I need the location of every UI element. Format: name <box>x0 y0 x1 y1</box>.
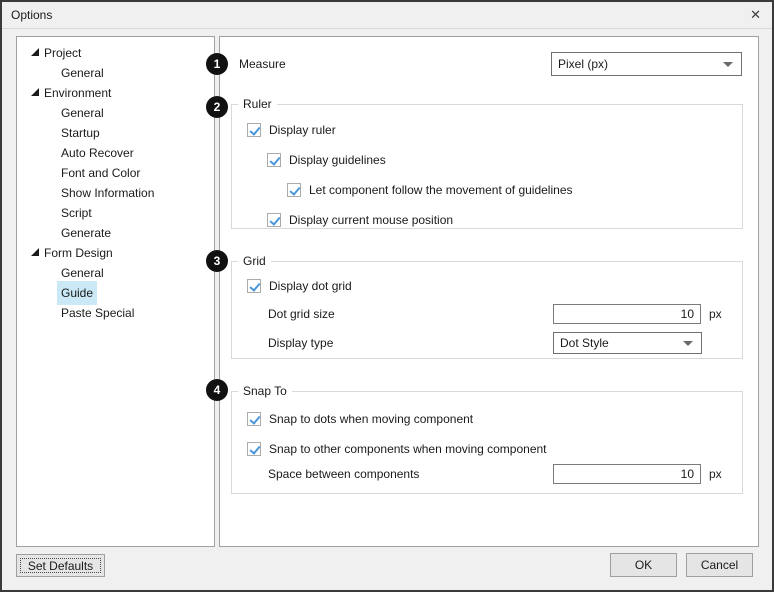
checkbox-label: Display guidelines <box>289 153 386 167</box>
tree-item-startup[interactable]: Startup <box>18 123 213 143</box>
tree-item-show-information[interactable]: Show Information <box>18 183 213 203</box>
tree-item-script[interactable]: Script <box>18 203 213 223</box>
measure-row: Measure <box>239 52 286 76</box>
tree-item-label-selected: Guide <box>57 281 97 305</box>
chevron-down-icon <box>723 62 733 67</box>
tree-item-label: General <box>61 103 104 123</box>
tree-item-label: General <box>61 63 104 83</box>
cancel-button[interactable]: Cancel <box>686 553 753 577</box>
step-badge-4: 4 <box>206 379 228 401</box>
tree-item-label: Auto Recover <box>61 143 134 163</box>
tree-item-form-design[interactable]: Form Design <box>18 243 213 263</box>
measure-select[interactable]: Pixel (px) <box>551 52 742 76</box>
display-guidelines-row[interactable]: Display guidelines <box>267 150 386 170</box>
display-type-label: Display type <box>268 333 333 353</box>
window-title: Options <box>11 8 52 22</box>
tree-item-environment[interactable]: Environment <box>18 83 213 103</box>
tree-item-label: Environment <box>44 83 111 103</box>
tree-item-font-and-color[interactable]: Font and Color <box>18 163 213 183</box>
checkbox-label: Snap to dots when moving component <box>269 412 473 426</box>
step-badge-2: 2 <box>206 96 228 118</box>
close-icon[interactable]: ✕ <box>750 7 761 23</box>
settings-tree: Project General Environment General Star… <box>16 36 215 547</box>
options-dialog: Options ✕ Project General Environment Ge… <box>0 0 774 592</box>
step-badge-1: 1 <box>206 53 228 75</box>
display-mouse-position-row[interactable]: Display current mouse position <box>267 210 453 230</box>
ruler-group: Ruler Display ruler Display guidelines L… <box>231 104 743 229</box>
checkbox-label: Snap to other components when moving com… <box>269 442 547 456</box>
tree-item-project-general[interactable]: General <box>18 63 213 83</box>
step-badge-3: 3 <box>206 250 228 272</box>
tree-item-label: Font and Color <box>61 163 140 183</box>
checkbox-display-guidelines[interactable] <box>267 153 281 167</box>
tree-expander-icon[interactable] <box>31 88 39 96</box>
chevron-down-icon <box>683 341 693 346</box>
title-bar[interactable]: Options ✕ <box>2 2 772 29</box>
tree-item-label: Generate <box>61 223 111 243</box>
checkbox-snap-to-dots[interactable] <box>247 412 261 426</box>
measure-selected-value: Pixel (px) <box>558 57 608 71</box>
tree-expander-icon[interactable] <box>31 248 39 256</box>
tree-item-label: Show Information <box>61 183 154 203</box>
settings-content: Measure Pixel (px) Ruler Display ruler D… <box>219 36 759 547</box>
checkbox-label: Display dot grid <box>269 279 352 293</box>
space-between-components-unit: px <box>709 464 722 484</box>
tree-item-label: General <box>61 263 104 283</box>
checkbox-label: Display current mouse position <box>289 213 453 227</box>
snap-to-dots-row[interactable]: Snap to dots when moving component <box>247 409 473 429</box>
checkbox-snap-to-components[interactable] <box>247 442 261 456</box>
tree-item-auto-recover[interactable]: Auto Recover <box>18 143 213 163</box>
display-type-select[interactable]: Dot Style <box>553 332 702 354</box>
tree-item-label: Project <box>44 43 81 63</box>
space-between-components-input[interactable] <box>553 464 701 484</box>
space-between-components-label: Space between components <box>268 464 419 484</box>
snap-to-group: Snap To Snap to dots when moving compone… <box>231 391 743 494</box>
ok-button[interactable]: OK <box>610 553 677 577</box>
tree-item-label: Form Design <box>44 243 113 263</box>
component-follow-guidelines-row[interactable]: Let component follow the movement of gui… <box>287 180 573 200</box>
tree-item-label: Paste Special <box>61 303 134 323</box>
checkbox-label: Display ruler <box>269 123 336 137</box>
ruler-group-legend: Ruler <box>238 97 277 112</box>
measure-label: Measure <box>239 57 286 71</box>
tree-item-paste-special[interactable]: Paste Special <box>18 303 213 323</box>
tree-item-label: Startup <box>61 123 100 143</box>
checkbox-display-dot-grid[interactable] <box>247 279 261 293</box>
tree-item-form-design-general[interactable]: General <box>18 263 213 283</box>
set-defaults-button[interactable]: Set Defaults <box>16 554 105 577</box>
checkbox-component-follow-guidelines[interactable] <box>287 183 301 197</box>
tree-item-project[interactable]: Project <box>18 43 213 63</box>
grid-group: Grid Display dot grid Dot grid size px D… <box>231 261 743 359</box>
tree-item-generate[interactable]: Generate <box>18 223 213 243</box>
tree-item-label: Script <box>61 203 92 223</box>
display-dot-grid-row[interactable]: Display dot grid <box>247 276 352 296</box>
snap-to-components-row[interactable]: Snap to other components when moving com… <box>247 439 547 459</box>
dot-grid-size-label: Dot grid size <box>268 304 335 324</box>
grid-group-legend: Grid <box>238 254 271 269</box>
tree-expander-icon[interactable] <box>31 48 39 56</box>
display-ruler-row[interactable]: Display ruler <box>247 120 336 140</box>
tree-item-environment-general[interactable]: General <box>18 103 213 123</box>
dot-grid-size-input[interactable] <box>553 304 701 324</box>
checkbox-label: Let component follow the movement of gui… <box>309 183 573 197</box>
display-type-selected-value: Dot Style <box>560 336 609 350</box>
checkbox-display-ruler[interactable] <box>247 123 261 137</box>
checkbox-display-mouse-position[interactable] <box>267 213 281 227</box>
dot-grid-size-unit: px <box>709 304 722 324</box>
tree-item-guide[interactable]: Guide <box>18 283 213 303</box>
snap-to-group-legend: Snap To <box>238 384 292 399</box>
